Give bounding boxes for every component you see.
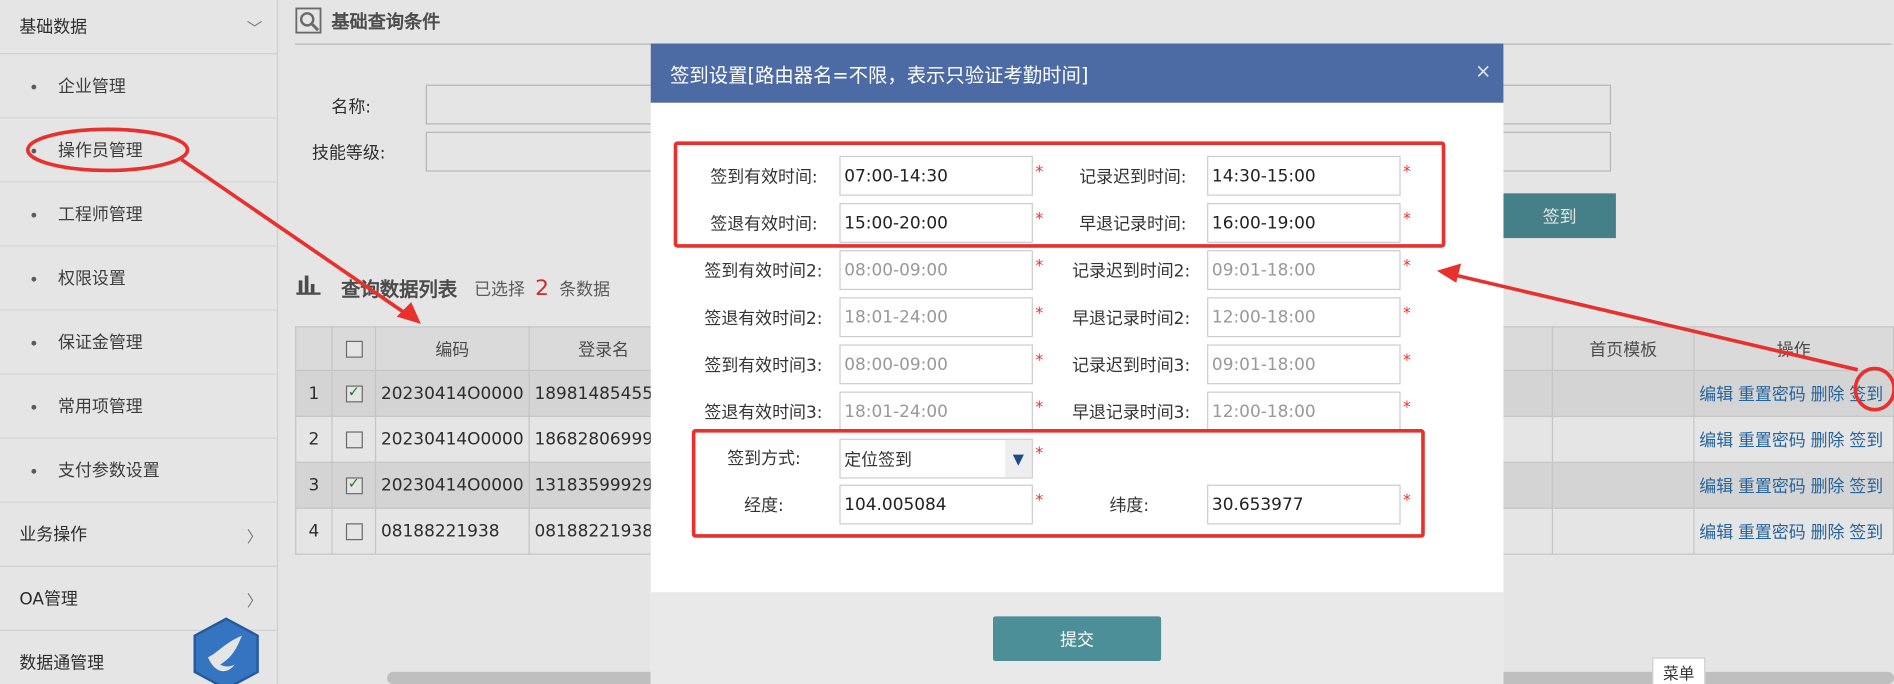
annotation-arrow-left	[180, 158, 415, 321]
arrow-head-left	[396, 302, 421, 324]
annotation-ellipse-signin	[1853, 366, 1894, 412]
annotation-arrows	[26, 127, 1894, 412]
arrow-head-right	[1436, 263, 1462, 283]
menu-button[interactable]: 菜单	[1652, 657, 1706, 684]
annotation-ellipse-operator	[26, 127, 190, 173]
annotation-arrow-right	[1446, 271, 1859, 372]
